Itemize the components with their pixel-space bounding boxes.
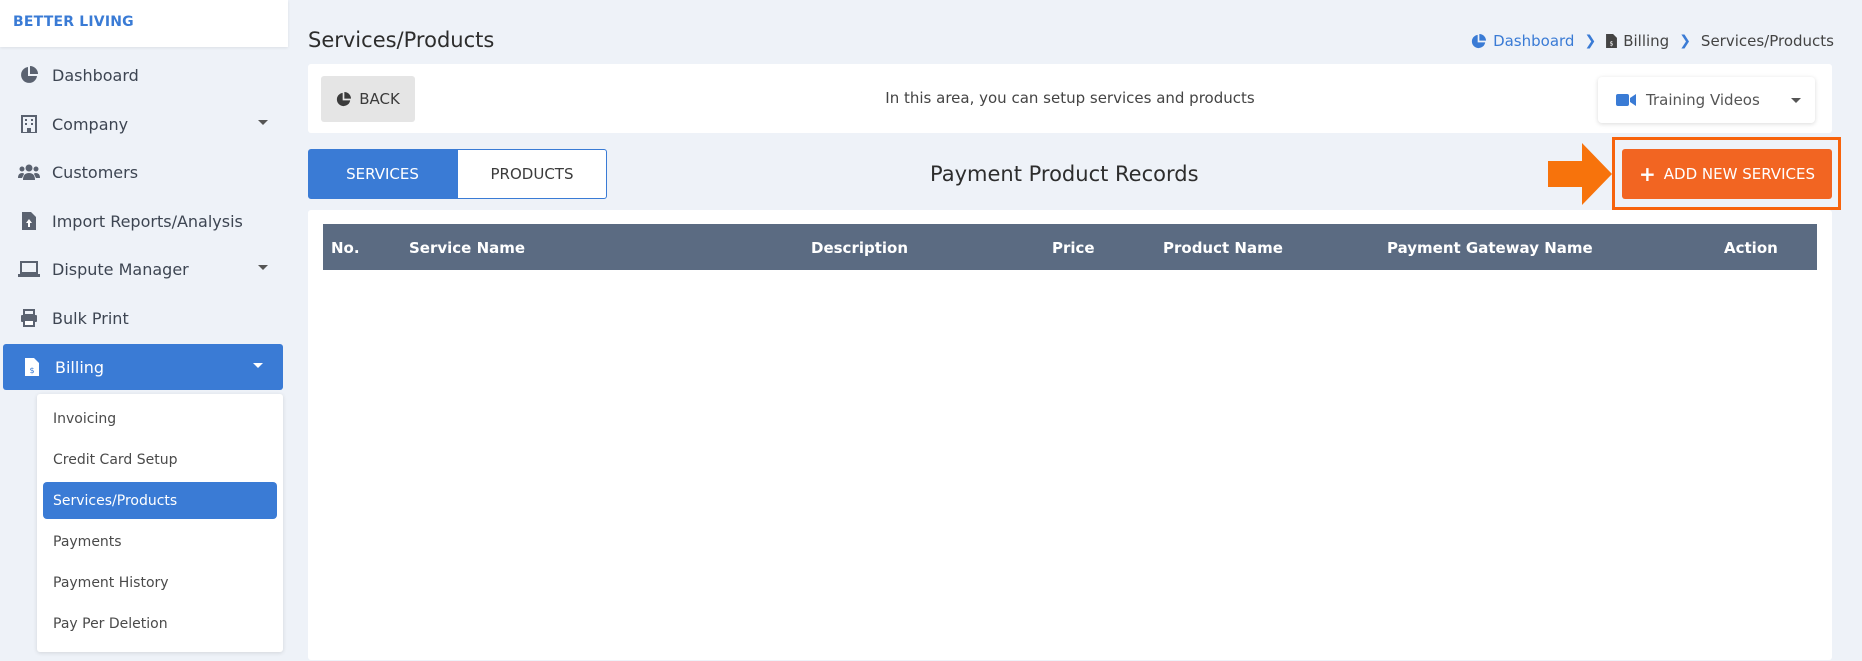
training-videos-dropdown[interactable]: Training Videos	[1598, 77, 1815, 123]
sidebar-item-label: Company	[52, 114, 129, 134]
sidebar: BETTER LIVING Dashboard Company Customer…	[0, 0, 288, 661]
building-icon	[18, 114, 40, 134]
billing-submenu: Invoicing Credit Card Setup Services/Pro…	[37, 394, 283, 652]
submenu-item-invoicing[interactable]: Invoicing	[43, 400, 277, 437]
laptop-icon	[18, 259, 40, 279]
tab-group: SERVICES PRODUCTS	[308, 149, 607, 199]
breadcrumb-dashboard[interactable]: Dashboard	[1471, 32, 1574, 50]
sidebar-item-import-reports[interactable]: Import Reports/Analysis	[0, 198, 288, 244]
add-new-services-button[interactable]: + ADD NEW SERVICES	[1622, 149, 1832, 199]
column-header-description: Description	[811, 239, 909, 257]
invoice-icon: $	[21, 357, 43, 377]
submenu-item-payment-history[interactable]: Payment History	[43, 564, 277, 601]
breadcrumb-dashboard-label: Dashboard	[1493, 32, 1575, 50]
submenu-item-services-products[interactable]: Services/Products	[43, 482, 277, 519]
video-camera-icon	[1616, 93, 1636, 107]
tab-products[interactable]: PRODUCTS	[457, 149, 607, 199]
plus-icon: +	[1639, 162, 1656, 186]
sidebar-item-dashboard[interactable]: Dashboard	[0, 52, 288, 98]
users-icon	[18, 162, 40, 182]
submenu-item-payments[interactable]: Payments	[43, 523, 277, 560]
sidebar-item-label: Bulk Print	[52, 308, 129, 328]
submenu-item-credit-card-setup[interactable]: Credit Card Setup	[43, 441, 277, 478]
sidebar-item-customers[interactable]: Customers	[0, 149, 288, 195]
sidebar-item-label: Import Reports/Analysis	[52, 211, 243, 231]
training-videos-label: Training Videos	[1646, 91, 1760, 109]
table-header: No. Service Name Description Price Produ…	[323, 224, 1817, 270]
tab-services[interactable]: SERVICES	[308, 149, 457, 199]
sidebar-item-label: Dispute Manager	[52, 259, 189, 279]
column-header-product-name: Product Name	[1163, 239, 1283, 257]
sidebar-item-dispute-manager[interactable]: Dispute Manager	[0, 246, 288, 292]
records-table: No. Service Name Description Price Produ…	[308, 210, 1832, 660]
section-title: Payment Product Records	[930, 162, 1199, 186]
svg-text:$: $	[1610, 41, 1614, 48]
chevron-right-icon: ❯	[1679, 33, 1691, 49]
chevron-down-icon	[258, 120, 268, 125]
breadcrumb-current: Services/Products	[1700, 32, 1834, 50]
chevron-down-icon	[1791, 98, 1801, 103]
column-header-price: Price	[1052, 239, 1095, 257]
printer-icon	[18, 308, 40, 328]
pie-chart-icon	[1471, 33, 1487, 49]
sidebar-item-label: Customers	[52, 162, 139, 182]
brand-header: BETTER LIVING	[0, 0, 288, 47]
breadcrumb-billing-label: Billing	[1623, 32, 1670, 50]
submenu-item-pay-per-deletion[interactable]: Pay Per Deletion	[43, 605, 277, 642]
column-header-service-name: Service Name	[409, 239, 526, 257]
invoice-icon: $	[1606, 34, 1618, 48]
chevron-down-icon	[253, 363, 263, 368]
chevron-right-icon: ❯	[1584, 33, 1597, 49]
column-header-action: Action	[1724, 239, 1778, 257]
chevron-down-icon	[258, 265, 268, 270]
sidebar-item-billing[interactable]: $ Billing	[3, 344, 283, 390]
file-import-icon	[18, 211, 40, 231]
sidebar-item-label: Dashboard	[52, 65, 139, 85]
page-title: Services/Products	[308, 28, 495, 52]
info-bar: BACK In this area, you can setup service…	[308, 64, 1832, 133]
svg-text:$: $	[29, 366, 34, 375]
sidebar-item-bulk-print[interactable]: Bulk Print	[0, 295, 288, 341]
sidebar-item-company[interactable]: Company	[0, 101, 288, 147]
add-new-services-label: ADD NEW SERVICES	[1663, 165, 1815, 183]
brand-name[interactable]: BETTER LIVING	[13, 14, 134, 30]
pie-chart-icon	[18, 65, 40, 85]
breadcrumb-billing[interactable]: $ Billing	[1606, 32, 1669, 50]
column-header-no: No.	[331, 239, 360, 257]
arrow-right-icon	[1548, 143, 1612, 205]
sidebar-item-label: Billing	[55, 357, 105, 377]
breadcrumb: Dashboard ❯ $ Billing ❯ Services/Product…	[1471, 32, 1834, 50]
column-header-payment-gateway-name: Payment Gateway Name	[1387, 239, 1593, 257]
